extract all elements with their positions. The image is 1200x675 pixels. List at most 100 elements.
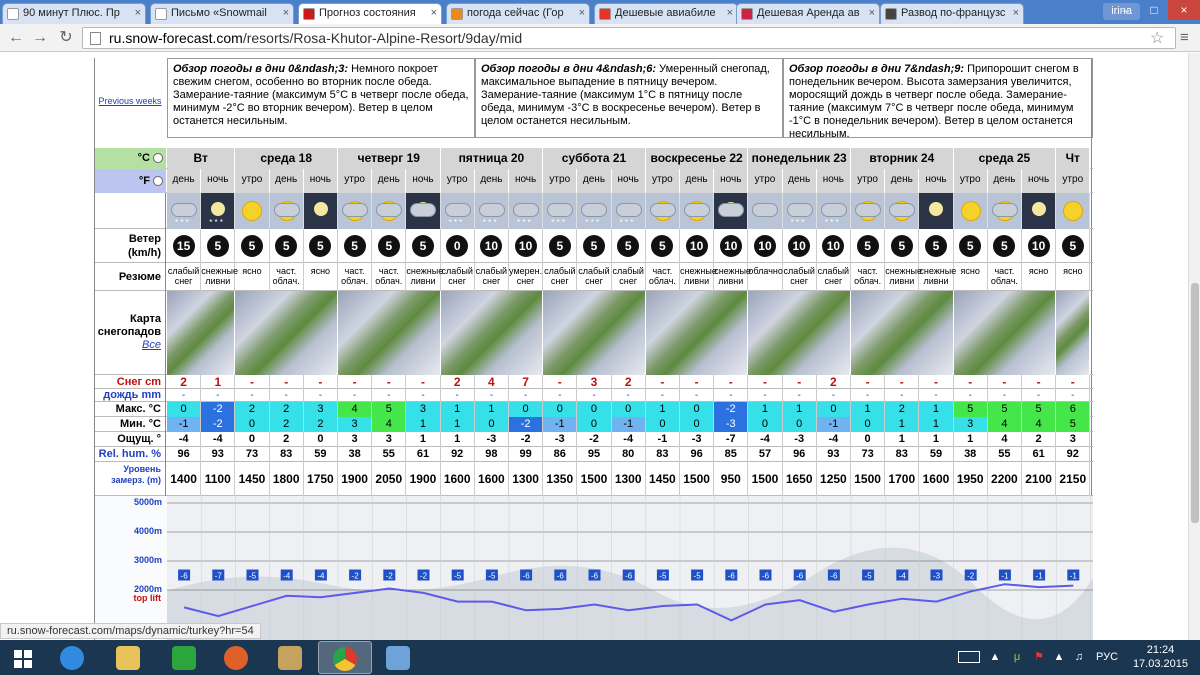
freezing-level-cell: 2100	[1022, 462, 1057, 496]
volume-icon[interactable]: ♫	[1072, 650, 1086, 664]
rain-mm-cell: -	[167, 389, 202, 402]
tab-close-icon[interactable]: ×	[431, 4, 437, 23]
feels-like-cell: 0	[851, 432, 886, 447]
forward-icon[interactable]: →	[30, 28, 50, 48]
rain-mm-cell: -	[577, 389, 612, 402]
snow-map-thumbnail[interactable]	[338, 291, 441, 375]
back-icon[interactable]: ←	[6, 28, 26, 48]
tab-4[interactable]: погода сейчас (Гор ×	[446, 3, 590, 24]
scrollbar-thumb[interactable]	[1191, 283, 1199, 523]
temp-marker-label: -2	[386, 572, 394, 581]
tab-6[interactable]: Дешевая Аренда ав ×	[736, 3, 880, 24]
tab-close-icon[interactable]: ×	[579, 4, 585, 23]
period-label: ночь	[406, 169, 441, 193]
temp-marker-label: -6	[181, 572, 189, 581]
chrome-taskbar-icon[interactable]	[318, 641, 372, 674]
forecast-table: Previous weeks Обзор погоды в дни 0&ndas…	[94, 58, 1093, 640]
tab-close-icon[interactable]: ×	[135, 4, 141, 23]
keyboard-icon[interactable]	[958, 651, 980, 663]
feels-like-cell: 0	[235, 432, 270, 447]
period-label: ночь	[201, 169, 236, 193]
snow-map-all-link[interactable]: Все	[95, 339, 161, 352]
freezing-level-cell: 1450	[646, 462, 680, 496]
snow-map-thumbnail[interactable]	[851, 291, 954, 375]
temp-marker-label: -1	[1001, 572, 1009, 581]
tab-7[interactable]: Развод по-французс ×	[880, 3, 1024, 24]
start-button[interactable]	[4, 641, 44, 674]
snow-cm-cell: -	[988, 375, 1022, 389]
snowflakes: * * *	[790, 218, 805, 227]
snow-map-thumbnail[interactable]	[167, 291, 236, 375]
snow-map-thumbnail[interactable]	[440, 291, 544, 375]
previous-weeks-link[interactable]: Previous weeks	[95, 96, 165, 106]
unit-celsius-toggle[interactable]: °C	[95, 148, 166, 169]
flag-icon[interactable]: ⚑	[1032, 650, 1046, 664]
explorer-taskbar-icon[interactable]	[102, 641, 156, 674]
tab-5[interactable]: Дешевые авиабиле ×	[594, 3, 738, 24]
period-label: ночь	[714, 169, 749, 193]
pictures-taskbar-icon[interactable]	[264, 641, 318, 674]
tab-close-icon[interactable]: ×	[727, 4, 733, 23]
tab-close-icon[interactable]: ×	[869, 4, 875, 23]
language-indicator[interactable]: РУС	[1096, 651, 1118, 663]
cloud-snow-icon: * * *	[782, 193, 817, 229]
summary-cell: снежные ливни	[406, 263, 443, 291]
ie-taskbar-icon[interactable]	[46, 641, 100, 674]
day-header-row: °C Вт среда 18 четверг 19 пятница 20 суббота …	[95, 148, 1093, 169]
network-icon[interactable]: ▲	[1052, 650, 1066, 664]
period-label: ночь	[919, 169, 954, 193]
snow-map-thumbnail[interactable]	[748, 291, 851, 375]
reload-icon[interactable]: ↻	[56, 28, 76, 48]
tab-2[interactable]: Письмо «Snowmail ×	[150, 3, 294, 24]
snow-map-thumbnail[interactable]	[1056, 291, 1091, 375]
tab-close-icon[interactable]: ×	[283, 4, 289, 23]
summary-cell: част. облач.	[988, 263, 1022, 291]
temp-marker: -2	[964, 569, 977, 581]
tab-close-icon[interactable]: ×	[1013, 4, 1019, 23]
temp-marker-label: -6	[557, 572, 565, 581]
address-bar[interactable]: ru.snow-forecast.com/resorts/Rosa-Khutor…	[82, 27, 1176, 49]
feels-like-cell: -2	[509, 432, 544, 447]
temp-marker: -2	[383, 569, 396, 581]
moon-icon	[919, 193, 954, 229]
feels-like-cell: 4	[988, 432, 1022, 447]
period-label: день	[885, 169, 920, 193]
clock[interactable]: 21:24 17.03.2015	[1133, 643, 1188, 671]
close-window-icon[interactable]: ×	[1168, 0, 1200, 20]
snowflakes: * * *	[175, 218, 189, 227]
wind-arrow-icon: 5	[240, 235, 263, 257]
media-taskbar-icon[interactable]	[210, 641, 264, 674]
snow-cm-cell: -	[270, 375, 304, 389]
temp-marker-label: -5	[488, 572, 496, 581]
page-scrollbar[interactable]	[1188, 53, 1200, 640]
humidity-cell: 93	[201, 447, 236, 462]
tab-3[interactable]: Прогноз состояния ×	[298, 3, 442, 24]
minimize-icon[interactable]: –	[1112, 0, 1140, 20]
tray-up-arrow-icon[interactable]: ▲	[988, 650, 1002, 664]
review-heading: Обзор погоды в дни 4&ndash;6:	[481, 63, 657, 75]
snow-map-thumbnail[interactable]	[645, 291, 749, 375]
max-temp-cell: 2	[269, 402, 304, 417]
wind-arrow-icon: 5	[651, 235, 674, 257]
paint-taskbar-icon[interactable]	[372, 641, 426, 674]
menu-icon[interactable]: ≡	[1180, 29, 1189, 46]
min-temp-label: Мин. °C	[95, 417, 166, 432]
max-temp-cell: 0	[167, 402, 202, 417]
max-temp-cell: 0	[577, 402, 612, 417]
store-taskbar-icon[interactable]	[158, 641, 212, 674]
snow-map-thumbnail[interactable]	[953, 291, 1057, 375]
tab-1[interactable]: 90 минут Плюс. Пр ×	[2, 3, 146, 24]
feels-like-cell: 3	[372, 432, 407, 447]
utorrent-icon[interactable]: μ	[1010, 650, 1024, 664]
snow-cm-cell: -	[783, 375, 817, 389]
rain-mm-cell: -	[406, 389, 441, 402]
bookmark-star-icon[interactable]: ☆	[1150, 28, 1164, 48]
period-label: ночь	[1022, 169, 1057, 193]
snow-map-thumbnail[interactable]	[235, 291, 338, 375]
maximize-icon[interactable]: □	[1140, 0, 1168, 20]
temp-marker: -7	[212, 569, 225, 581]
unit-fahrenheit-toggle[interactable]: °F	[95, 169, 166, 193]
snow-map-thumbnail[interactable]	[543, 291, 646, 375]
feels-like-cell: -4	[201, 432, 236, 447]
rain-mm-cell: -	[748, 389, 783, 402]
